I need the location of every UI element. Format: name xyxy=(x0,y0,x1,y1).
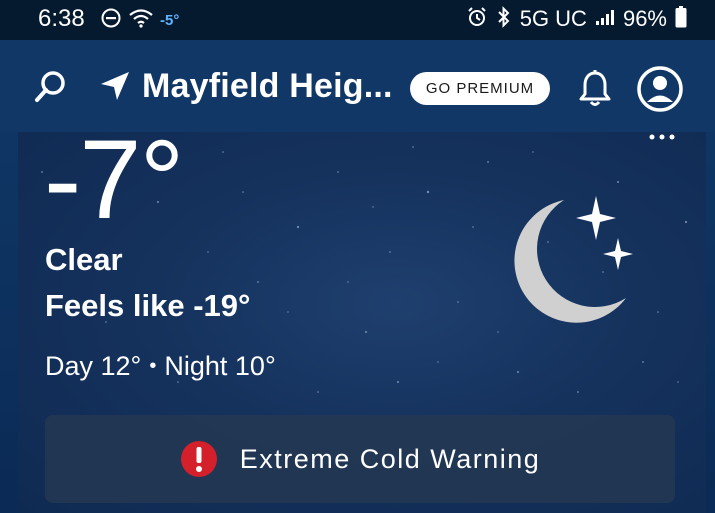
status-right-icons: 5G UC 96% xyxy=(466,5,687,33)
wifi-icon xyxy=(128,7,154,34)
current-temperature: -7° xyxy=(44,132,184,242)
bluetooth-icon xyxy=(496,5,512,33)
feels-like-text: Feels like -19° xyxy=(45,288,251,323)
night-temp: Night 10° xyxy=(164,351,276,381)
status-temp: -5° xyxy=(160,11,180,29)
network-label: 5G UC xyxy=(519,6,587,31)
day-night-temps: Day 12° • Night 10° xyxy=(45,350,276,382)
go-premium-button[interactable]: GO PREMIUM xyxy=(410,72,550,105)
account-icon xyxy=(637,66,683,112)
current-conditions-card: -7° Clear Feels like -19° Day 12° • Nigh… xyxy=(18,132,706,513)
alert-exclamation-icon xyxy=(180,441,217,477)
status-time: 6:38 xyxy=(38,5,85,32)
weather-app-screen: 6:38 -5° 5G UC 96% Mayfield Heig... GO P… xyxy=(0,0,715,513)
alarm-icon xyxy=(466,6,488,33)
day-temp: Day 12° xyxy=(45,351,142,381)
status-bar: 6:38 -5° 5G UC 96% xyxy=(0,0,715,40)
status-left-icons: -5° xyxy=(100,6,179,34)
alert-text: Extreme Cold Warning xyxy=(239,443,541,474)
weather-alert-banner[interactable]: Extreme Cold Warning xyxy=(45,415,675,503)
bell-icon xyxy=(579,70,611,106)
more-dots-icon xyxy=(649,134,675,140)
app-header: Mayfield Heig... GO PREMIUM xyxy=(0,40,715,132)
location-selector[interactable]: Mayfield Heig... xyxy=(98,64,393,108)
profile-button[interactable] xyxy=(636,65,684,113)
battery-icon xyxy=(675,5,687,33)
battery-percent: 96% xyxy=(622,6,667,31)
condition-text: Clear xyxy=(45,242,123,277)
search-icon xyxy=(35,71,65,102)
moon-stars-icon xyxy=(514,196,633,323)
signal-icon xyxy=(595,8,615,31)
do-not-disturb-icon xyxy=(100,7,122,34)
more-options-button[interactable] xyxy=(646,132,678,146)
location-arrow-icon xyxy=(101,72,129,100)
notifications-button[interactable] xyxy=(576,69,614,109)
search-button[interactable] xyxy=(30,67,70,107)
separator-dot: • xyxy=(149,355,157,377)
location-name: Mayfield Heig... xyxy=(142,66,393,105)
